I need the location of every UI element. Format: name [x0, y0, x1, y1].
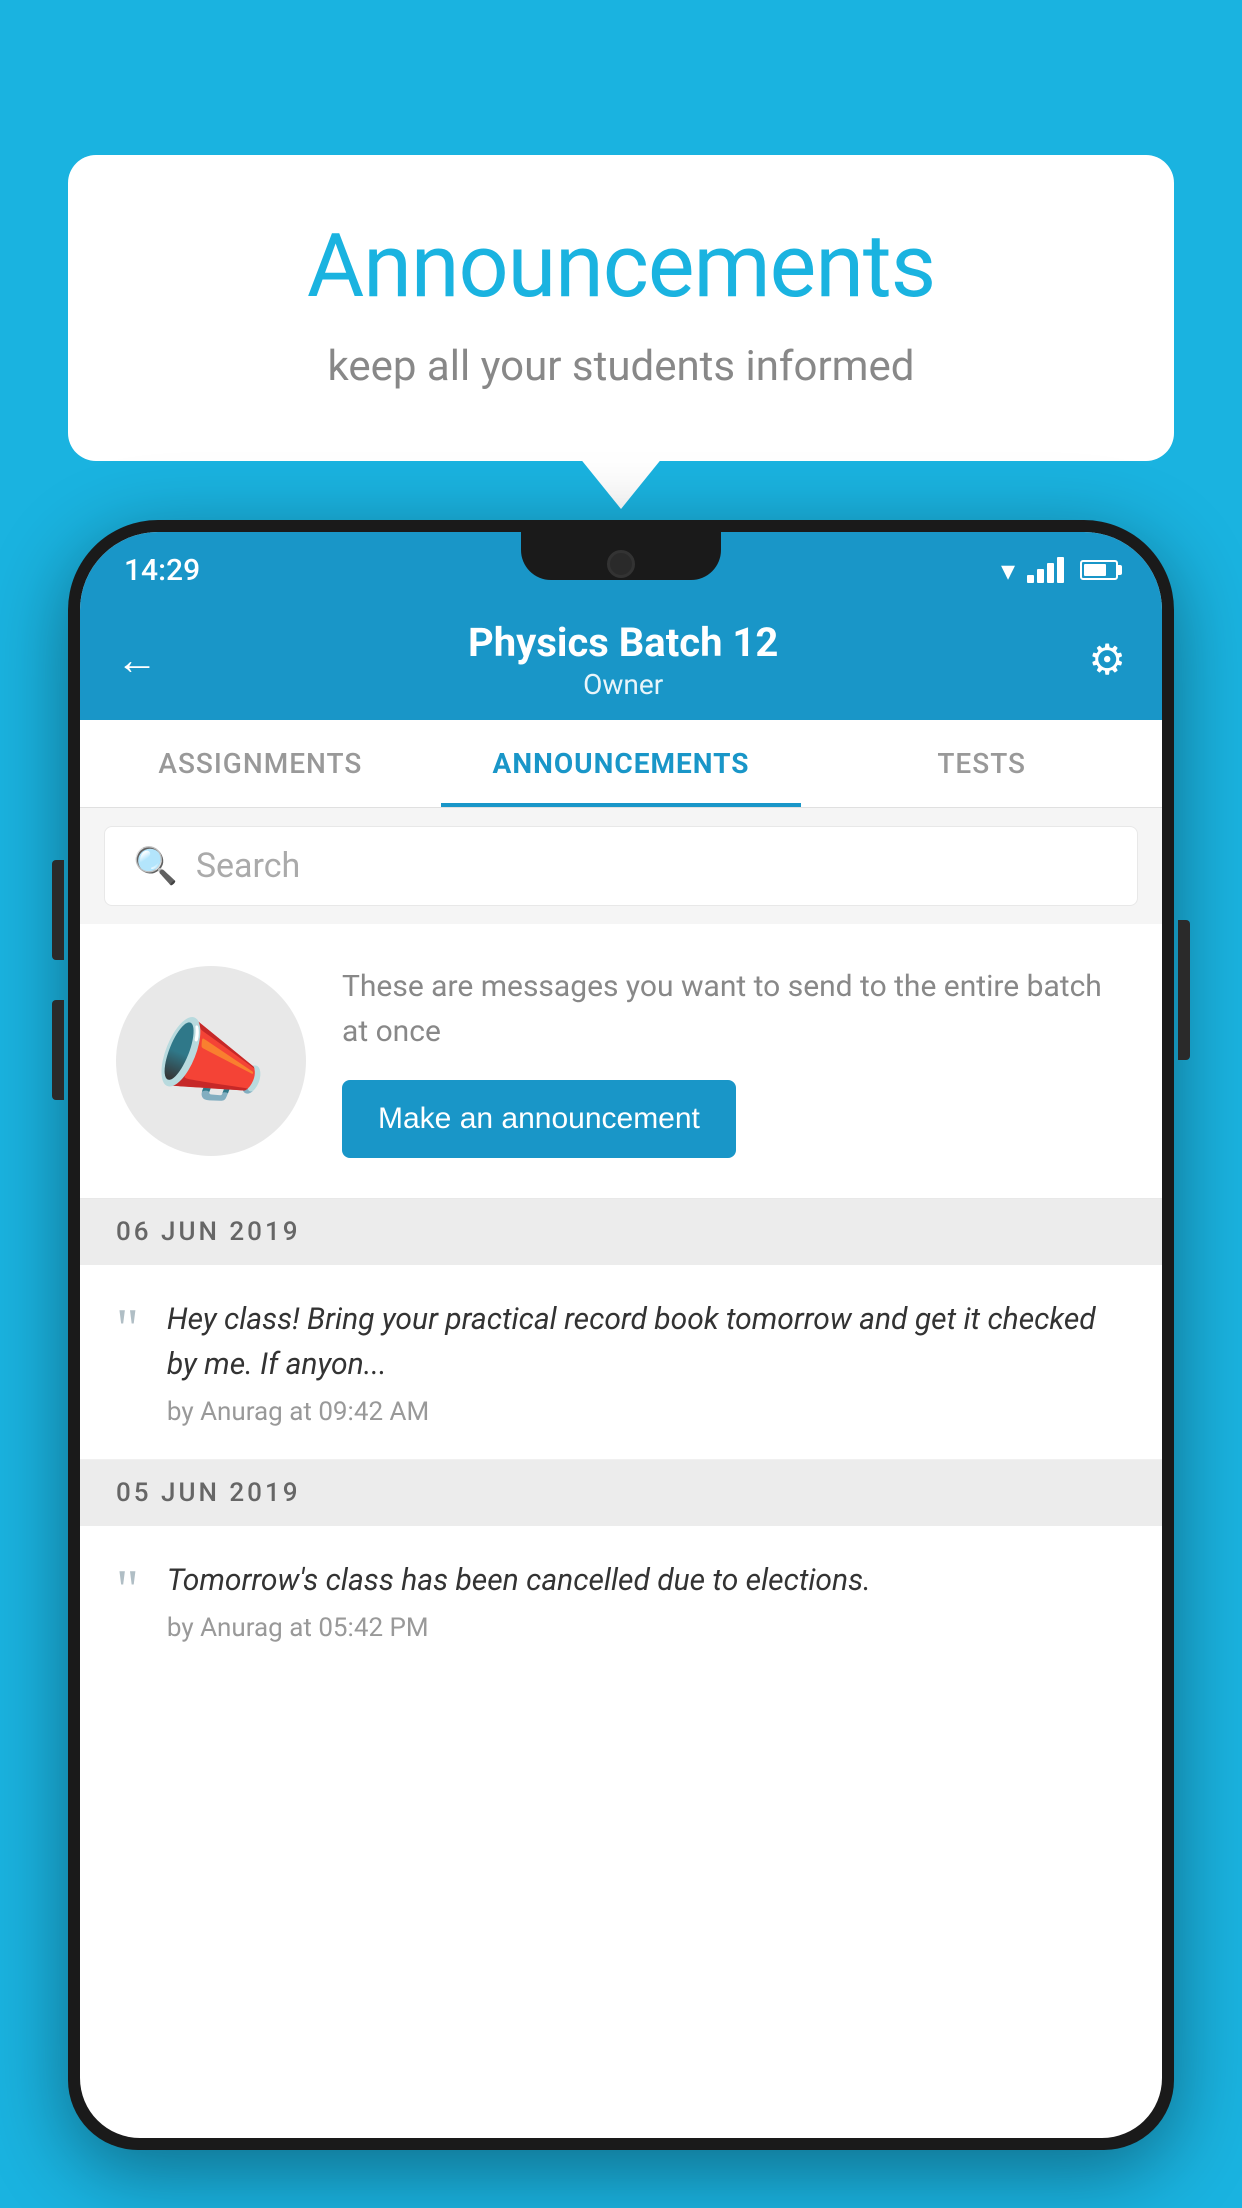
announcement-item-2[interactable]: " Tomorrow's class has been cancelled du… — [80, 1526, 1162, 1675]
tabs-bar: ASSIGNMENTS ANNOUNCEMENTS TESTS — [80, 720, 1162, 808]
tab-announcements[interactable]: ANNOUNCEMENTS — [441, 720, 802, 807]
make-announcement-button[interactable]: Make an announcement — [342, 1080, 736, 1158]
announcement-author-2: by Anurag at 05:42 PM — [167, 1613, 1126, 1643]
search-placeholder: Search — [196, 846, 300, 886]
volume-up-button — [52, 1000, 64, 1100]
announcement-text-2: Tomorrow's class has been cancelled due … — [167, 1558, 1126, 1643]
bubble-subtitle: keep all your students informed — [148, 342, 1094, 391]
announcement-message-2: Tomorrow's class has been cancelled due … — [167, 1558, 1126, 1603]
announcement-author-1: by Anurag at 09:42 AM — [167, 1397, 1126, 1427]
settings-icon[interactable]: ⚙ — [1088, 635, 1126, 685]
user-role: Owner — [468, 668, 778, 701]
battery-icon — [1080, 560, 1118, 580]
quote-icon-1: " — [116, 1301, 139, 1357]
phone-notch — [521, 532, 721, 580]
header-center: Physics Batch 12 Owner — [468, 619, 778, 701]
date-separator-2: 05 JUN 2019 — [80, 1460, 1162, 1526]
back-button[interactable]: ← — [116, 636, 158, 685]
tab-assignments[interactable]: ASSIGNMENTS — [80, 720, 441, 807]
announcement-icon-circle: 📣 — [116, 966, 306, 1156]
status-icons: ▾ — [1001, 554, 1118, 587]
search-icon: 🔍 — [133, 845, 178, 887]
batch-title: Physics Batch 12 — [468, 619, 778, 666]
announcement-right: These are messages you want to send to t… — [342, 964, 1126, 1158]
speech-bubble: Announcements keep all your students inf… — [68, 155, 1174, 461]
volume-down-button — [52, 860, 64, 960]
announcement-message-1: Hey class! Bring your practical record b… — [167, 1297, 1126, 1387]
speech-bubble-area: Announcements keep all your students inf… — [68, 155, 1174, 461]
app-header: ← Physics Batch 12 Owner ⚙ — [80, 600, 1162, 720]
megaphone-icon: 📣 — [155, 1009, 267, 1114]
announcement-item-1[interactable]: " Hey class! Bring your practical record… — [80, 1265, 1162, 1460]
wifi-icon: ▾ — [1001, 554, 1015, 587]
power-button — [1178, 920, 1190, 1060]
bubble-title: Announcements — [148, 215, 1094, 318]
announcement-description: These are messages you want to send to t… — [342, 964, 1126, 1054]
signal-icon — [1027, 557, 1064, 583]
search-box[interactable]: 🔍 Search — [104, 826, 1138, 906]
phone-screen: 14:29 ▾ ← Phys — [80, 532, 1162, 2138]
quote-icon-2: " — [116, 1562, 139, 1618]
tab-tests[interactable]: TESTS — [801, 720, 1162, 807]
search-container: 🔍 Search — [80, 808, 1162, 924]
date-separator-1: 06 JUN 2019 — [80, 1199, 1162, 1265]
announcement-text-1: Hey class! Bring your practical record b… — [167, 1297, 1126, 1427]
status-time: 14:29 — [124, 553, 200, 588]
phone-outer: 14:29 ▾ ← Phys — [68, 520, 1174, 2150]
camera — [607, 550, 635, 578]
phone-container: 14:29 ▾ ← Phys — [68, 520, 1174, 2208]
announcement-prompt: 📣 These are messages you want to send to… — [80, 924, 1162, 1199]
